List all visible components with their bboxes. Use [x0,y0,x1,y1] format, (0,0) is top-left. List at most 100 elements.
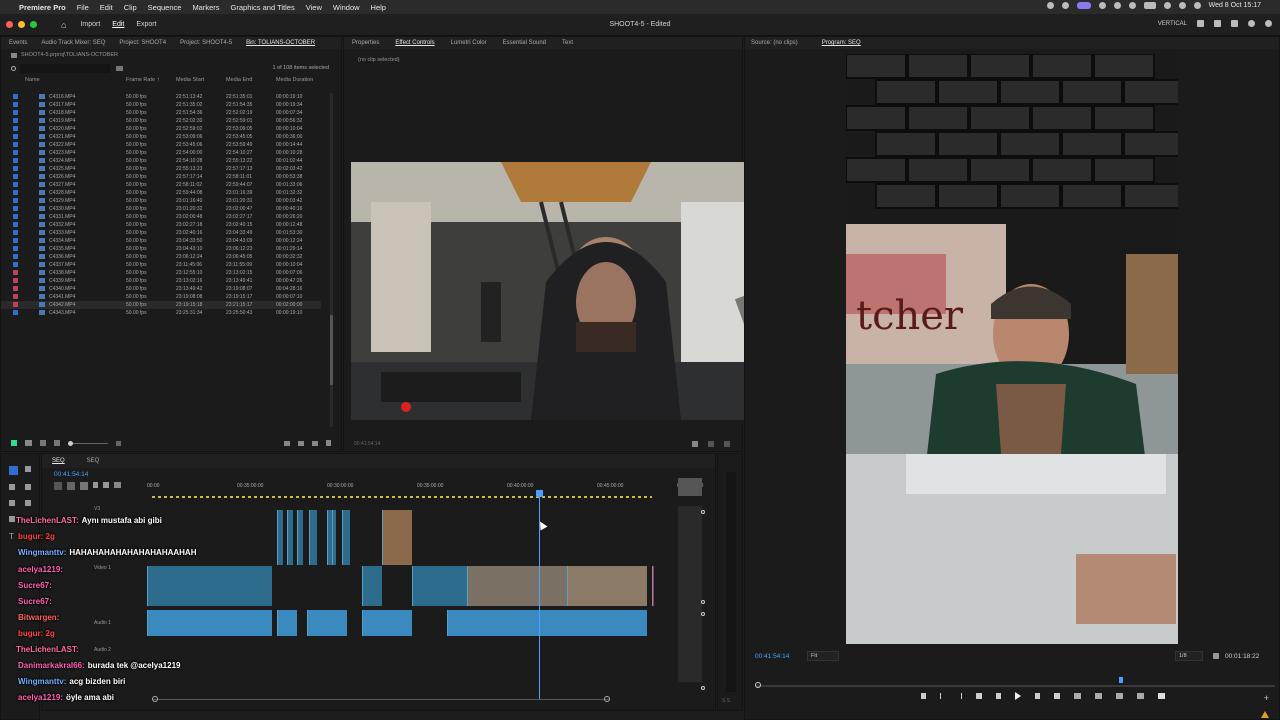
pen-icon[interactable] [25,500,31,506]
add-button-icon[interactable]: + [1264,693,1269,703]
fullscreen-icon[interactable] [1197,20,1204,27]
scroll-dot-icon[interactable] [701,510,705,514]
label-color-swatch[interactable] [13,254,18,259]
resolution-dropdown[interactable]: 1/8 [1175,651,1203,661]
label-color-swatch[interactable] [13,150,18,155]
project-list-item[interactable]: C4324.MP4 50.00 fps 22:54:10:28 22:55:13:22… [1,157,321,165]
project-list-item[interactable]: C4337.MP4 50.00 fps 23:11:45:06 23:11:55:09… [1,261,321,269]
label-color-swatch[interactable] [13,166,18,171]
project-list-item[interactable]: C4328.MP4 50.00 fps 22:59:44:08 23:01:16:39… [1,189,321,197]
playhead-handle[interactable] [536,490,543,497]
nav-icon[interactable] [708,441,714,447]
col-name[interactable]: Name [25,77,40,83]
col-media-start[interactable]: Media Start [176,77,204,83]
label-color-swatch[interactable] [13,278,18,283]
label-color-swatch[interactable] [13,230,18,235]
search-icon[interactable] [1178,2,1186,9]
scrollbar-thumb[interactable] [330,315,333,385]
tab-seq-2[interactable]: SEQ [87,458,100,464]
video-clip-v1[interactable] [412,566,467,606]
new-bin-icon[interactable] [298,440,304,446]
label-color-swatch[interactable] [13,270,18,275]
tab-edit[interactable]: Edit [112,21,124,28]
project-list-item[interactable]: C4323.MP4 50.00 fps 22:54:00:00 22:54:10:27… [1,149,321,157]
menu-sequence[interactable]: Sequence [148,3,182,12]
lift-icon[interactable] [1074,693,1081,699]
label-color-swatch[interactable] [13,102,18,107]
quick-export-icon[interactable] [1231,20,1238,27]
project-list-item[interactable]: C4343.MP4 50.00 fps 23:25:31:34 23:25:50:43… [1,309,321,317]
scroll-dot-icon[interactable] [701,686,705,690]
audio-clip-a1[interactable] [362,610,412,636]
fit-dropdown[interactable]: Fit [807,651,839,661]
pencil-icon[interactable] [11,440,17,446]
track-label[interactable]: V3 [94,506,100,512]
video-clip-v2-thumb[interactable] [382,510,412,565]
video-clip-v2[interactable] [309,510,317,565]
progress-icon[interactable] [1248,20,1255,27]
project-list-item[interactable]: C4320.MP4 50.00 fps 22:52:59:02 22:53:09:05… [1,125,321,133]
col-frame-rate[interactable]: Frame Rate [126,77,155,83]
video-clip-v2[interactable] [277,510,283,565]
tab-project-shoot4[interactable]: Project: SHOOT4 [119,40,166,46]
tab-essential-sound[interactable]: Essential Sound [503,40,546,46]
go-to-in-icon[interactable] [976,693,982,699]
program-playhead[interactable] [1119,677,1123,683]
tab-bin[interactable]: Bin: TOLIANS-OCTOBER [246,40,315,46]
tab-seq-1[interactable]: SEQ [52,458,65,464]
type-tool-icon[interactable]: T [9,532,14,541]
menu-app-name[interactable]: Premiere Pro [19,3,66,12]
col-media-end[interactable]: Media End [226,77,252,83]
project-list-item[interactable]: C4332.MP4 50.00 fps 23:02:27:18 23:02:40:15… [1,221,321,229]
timeline-horizontal-scroll[interactable] [152,696,610,702]
video-clip-v1[interactable] [362,566,382,606]
project-list-item[interactable]: C4318.MP4 50.00 fps 22:51:54:36 22:52:02:19… [1,109,321,117]
tab-text[interactable]: Text [562,40,573,46]
trash-icon[interactable] [326,440,331,446]
new-search-bin-icon[interactable] [116,65,123,71]
label-color-swatch[interactable] [13,126,18,131]
project-list-item[interactable]: C4334.MP4 50.00 fps 23:04:33:50 23:04:43:09… [1,237,321,245]
project-list-item[interactable]: C4335.MP4 50.00 fps 23:04:43:10 23:06:12:23… [1,245,321,253]
hand-icon[interactable] [9,516,15,522]
slip-icon[interactable] [9,500,15,506]
menu-file[interactable]: File [77,3,89,12]
video-clip-v2[interactable] [342,510,350,565]
project-scrollbar[interactable] [330,93,333,427]
sort-icon[interactable] [116,440,121,446]
menu-clip[interactable]: Clip [124,3,137,12]
project-list-item[interactable]: C4321.MP4 50.00 fps 22:53:09:06 22:53:45:05… [1,133,321,141]
tab-project-shoot45[interactable]: Project: SHOOT4-5 [180,40,232,46]
project-list-item[interactable]: C4336.MP4 50.00 fps 23:06:12:24 23:06:45:05… [1,253,321,261]
status-icon[interactable] [1046,2,1054,9]
label-color-swatch[interactable] [13,174,18,179]
compare-icon[interactable] [1137,693,1144,699]
menu-markers[interactable]: Markers [192,3,219,12]
project-list-item[interactable]: C4341.MP4 50.00 fps 23:19:08:08 23:19:15:17… [1,293,321,301]
clock[interactable]: Wed 8 Oct 15:17 [1209,2,1261,9]
status-icon[interactable] [1098,2,1106,9]
battery-icon[interactable] [1143,2,1156,9]
workspace-label[interactable]: VERTICAL [1158,21,1187,27]
audio-clip-a1[interactable] [447,610,647,636]
menu-help[interactable]: Help [371,3,386,12]
timeline-right-scroll[interactable] [678,506,702,682]
project-list-item[interactable]: C4316.MP4 50.00 fps 22:51:13:42 22:51:35:01… [1,93,321,101]
meter-solo-label[interactable]: S S [722,698,730,704]
project-list-item[interactable]: C4325.MP4 50.00 fps 22:55:13:23 22:57:17:13… [1,165,321,173]
project-list-item[interactable]: C4319.MP4 50.00 fps 22:52:02:30 22:52:59:01… [1,117,321,125]
list-view-icon[interactable] [25,440,32,446]
minimize-window-button[interactable] [18,21,25,28]
search-input[interactable] [20,63,110,73]
share-icon[interactable] [1214,20,1221,27]
label-color-swatch[interactable] [13,294,18,299]
label-color-swatch[interactable] [13,222,18,227]
track-label[interactable]: Audio 2 [94,647,111,653]
filter-icon[interactable] [692,441,698,447]
bluetooth-icon[interactable] [1128,2,1136,9]
label-color-swatch[interactable] [13,158,18,163]
menu-view[interactable]: View [306,3,322,12]
new-item-icon[interactable] [312,440,318,446]
tab-source[interactable]: Source: (no clips) [751,40,798,46]
label-color-swatch[interactable] [13,262,18,267]
